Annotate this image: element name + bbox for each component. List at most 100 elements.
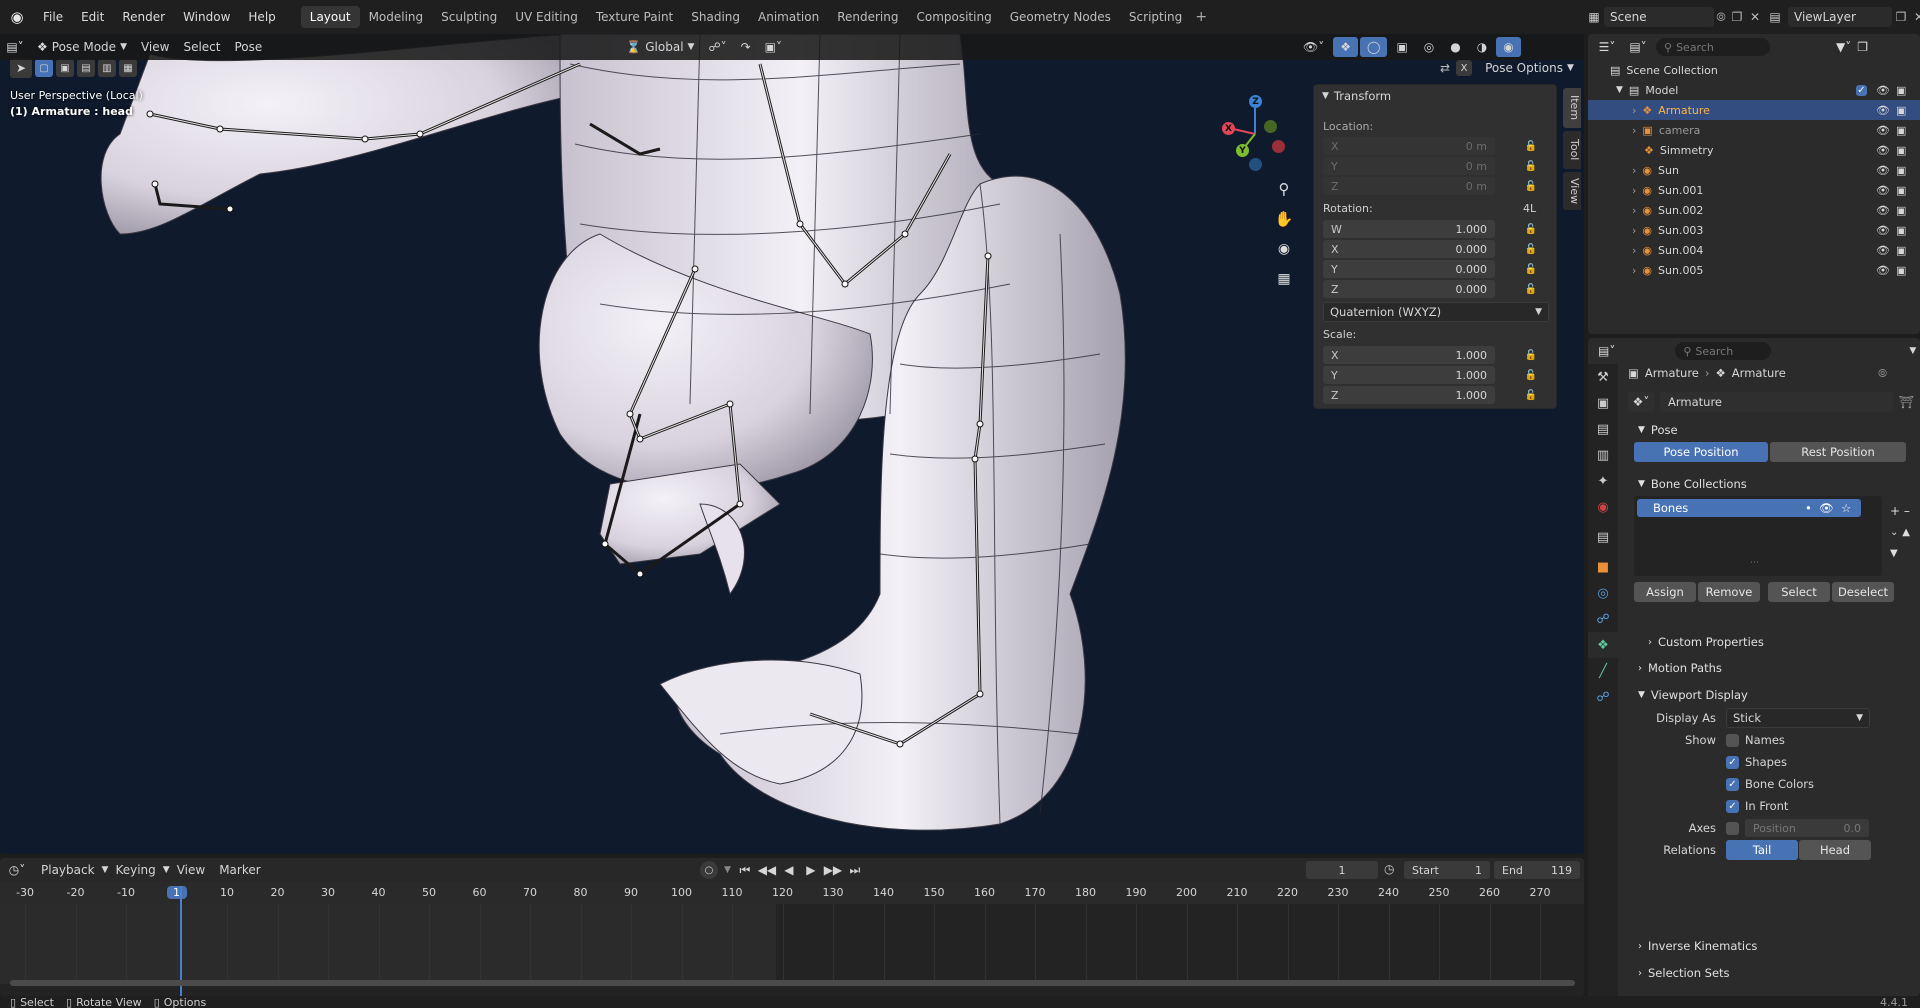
resize-handle-icon[interactable]: ⋯	[1750, 558, 1759, 568]
menu-marker[interactable]: Marker	[212, 860, 267, 880]
render-camera-icon[interactable]: ▣	[1896, 264, 1906, 277]
tab-shading[interactable]: Shading	[682, 6, 749, 28]
shading-material-icon[interactable]: ◑	[1470, 37, 1494, 57]
visibility-eye-icon[interactable]: 👁	[1876, 224, 1890, 237]
shapes-checkbox[interactable]: ✓	[1726, 755, 1739, 769]
chevron-down-icon[interactable]: ⌄	[1890, 520, 1898, 544]
location-z-field[interactable]: Z 0 m	[1323, 177, 1495, 195]
menu-pose[interactable]: Pose	[228, 37, 270, 57]
tab-scripting[interactable]: Scripting	[1120, 6, 1191, 28]
tab-sculpting[interactable]: Sculpting	[432, 6, 506, 28]
render-camera-icon[interactable]: ▣	[1896, 184, 1906, 197]
list-item[interactable]: › ◉ Sun 👁 ▣	[1588, 160, 1920, 180]
inverse-kinematics-header[interactable]: › Inverse Kinematics	[1628, 934, 1757, 958]
fake-user-shield-icon[interactable]: ⛩	[1899, 395, 1914, 409]
collection-tab-icon[interactable]: ▤	[1588, 524, 1618, 550]
chevron-right-icon[interactable]: ›	[1632, 224, 1636, 237]
timeline-scrollbar[interactable]	[10, 980, 1575, 986]
render-camera-icon[interactable]: ▣	[1896, 104, 1906, 117]
rotation-w-field[interactable]: W 1.000	[1323, 220, 1495, 238]
render-camera-icon[interactable]: ▣	[1896, 84, 1906, 97]
pose-position-button[interactable]: Pose Position	[1634, 442, 1768, 462]
select-box-invert-icon[interactable]: ▥	[98, 59, 116, 77]
visibility-eye-icon[interactable]: 👁	[1876, 264, 1890, 277]
scene-collection-row[interactable]: ▤ Scene Collection	[1588, 60, 1920, 80]
select-box-intersect-icon[interactable]: ▦	[119, 59, 137, 77]
jump-start-icon[interactable]: ⏮	[737, 863, 753, 878]
tab-tool[interactable]: Tool	[1563, 131, 1581, 169]
menu-edit[interactable]: Edit	[72, 6, 113, 28]
record-icon[interactable]: ○	[700, 861, 718, 879]
chevron-right-icon[interactable]: ›	[1632, 184, 1636, 197]
transform-orientation[interactable]: ⌛ Global ▼	[619, 37, 701, 57]
menu-help[interactable]: Help	[239, 6, 284, 28]
list-item[interactable]: Bones • 👁 ☆	[1637, 499, 1861, 517]
pose-panel-header[interactable]: ▼ Pose	[1628, 418, 1914, 442]
lock-icon[interactable]: 🔓	[1525, 349, 1537, 361]
menu-file[interactable]: File	[34, 6, 72, 28]
armature-data-tab-icon[interactable]: ❖	[1588, 632, 1618, 658]
gizmo-neg-y[interactable]	[1264, 120, 1277, 133]
axes-position-field[interactable]: Position 0.0	[1745, 819, 1869, 837]
custom-properties-header[interactable]: › Custom Properties	[1638, 630, 1764, 654]
tab-view[interactable]: View	[1563, 172, 1581, 210]
model-collection-row[interactable]: ▼ ▤ Model ✓ 👁 ▣	[1588, 80, 1920, 100]
tab-item[interactable]: Item	[1563, 88, 1581, 128]
visibility-eye-icon[interactable]: 👁	[1876, 124, 1890, 137]
navigation-gizmo[interactable]: Z X Y	[1215, 92, 1285, 172]
motion-paths-header[interactable]: › Motion Paths	[1628, 656, 1722, 680]
list-item[interactable]: › ◉ Sun.005 👁 ▣	[1588, 260, 1920, 280]
object-tab-icon[interactable]: ■	[1588, 554, 1618, 580]
xray-icon[interactable]: ▣	[1389, 37, 1414, 57]
gizmo-x-axis[interactable]: X	[1222, 122, 1235, 135]
camera-view-icon[interactable]: ◉	[1270, 234, 1298, 264]
remove-button[interactable]: Remove	[1698, 582, 1760, 602]
jump-end-icon[interactable]: ⏭	[847, 863, 863, 878]
chevron-right-icon[interactable]: ›	[1632, 164, 1636, 177]
list-item[interactable]: › ◉ Sun.001 👁 ▣	[1588, 180, 1920, 200]
render-camera-icon[interactable]: ▣	[1896, 224, 1906, 237]
transform-panel-header[interactable]: ▼ Transform	[1314, 85, 1556, 107]
chevron-down-icon[interactable]: ▼	[1909, 346, 1916, 356]
chevron-right-icon[interactable]: ›	[1632, 104, 1636, 117]
start-frame-field[interactable]: Start 1	[1404, 861, 1490, 879]
menu-view[interactable]: View	[134, 37, 176, 57]
lock-icon[interactable]: 🔓	[1525, 283, 1537, 295]
play-reverse-icon[interactable]: ◀	[781, 863, 797, 877]
new-view-layer-icon[interactable]: ❐	[1892, 10, 1910, 24]
chevron-right-icon[interactable]: ›	[1632, 264, 1636, 277]
list-item[interactable]: › ◉ Sun.003 👁 ▣	[1588, 220, 1920, 240]
scale-x-field[interactable]: X 1.000	[1323, 346, 1495, 364]
visibility-eye-icon[interactable]: 👁	[1876, 244, 1890, 257]
bone-constraint-icon[interactable]: ☍	[1588, 684, 1618, 710]
properties-editor-type-icon[interactable]: ▤˅	[1598, 344, 1615, 358]
render-camera-icon[interactable]: ▣	[1896, 164, 1906, 177]
list-item[interactable]: › ❖ Armature 👁 ▣	[1588, 100, 1920, 120]
view-layer-selector[interactable]: ▤ ViewLayer ❐ ✕	[1762, 6, 1920, 28]
lock-icon[interactable]: 🔓	[1525, 369, 1537, 381]
chevron-down-icon[interactable]: ▼	[1616, 85, 1623, 95]
scale-z-field[interactable]: Z 1.000	[1323, 386, 1495, 404]
blender-logo-icon[interactable]: ◉	[0, 6, 34, 28]
output-icon[interactable]: ▤	[1588, 416, 1618, 442]
tab-uv-editing[interactable]: UV Editing	[506, 6, 587, 28]
lock-icon[interactable]: 🔓	[1525, 243, 1537, 255]
pose-options-dropdown[interactable]: Pose Options ▼	[1478, 58, 1581, 78]
lock-icon[interactable]: 🔓	[1525, 180, 1537, 192]
shading-wireframe-icon[interactable]: ◎	[1417, 37, 1441, 57]
rotation-z-field[interactable]: Z 0.000	[1323, 280, 1495, 298]
remove-collection-icon[interactable]: –	[1904, 502, 1910, 520]
tab-rendering[interactable]: Rendering	[828, 6, 907, 28]
select-box-subtract-icon[interactable]: ▤	[77, 59, 95, 77]
chevron-right-icon[interactable]: ›	[1632, 124, 1636, 137]
list-item[interactable]: ❖ Simmetry 👁 ▣	[1588, 140, 1920, 160]
physics-icon[interactable]: ◎	[1588, 580, 1618, 606]
select-box-extend-icon[interactable]: ▣	[56, 59, 74, 77]
menu-playback[interactable]: Playback	[34, 860, 102, 880]
timeline-editor-type-icon[interactable]: ◷˅	[0, 863, 34, 877]
timeline-editor[interactable]: ◷˅ Playback ▼ Keying ▼ View Marker ○ ▼ ⏮…	[0, 858, 1584, 996]
shading-solid-icon[interactable]: ●	[1443, 37, 1467, 57]
viewport-display-header[interactable]: ▼ Viewport Display	[1628, 683, 1914, 707]
new-collection-icon[interactable]: ❐	[1857, 40, 1868, 54]
play-icon[interactable]: ▶	[803, 863, 819, 877]
